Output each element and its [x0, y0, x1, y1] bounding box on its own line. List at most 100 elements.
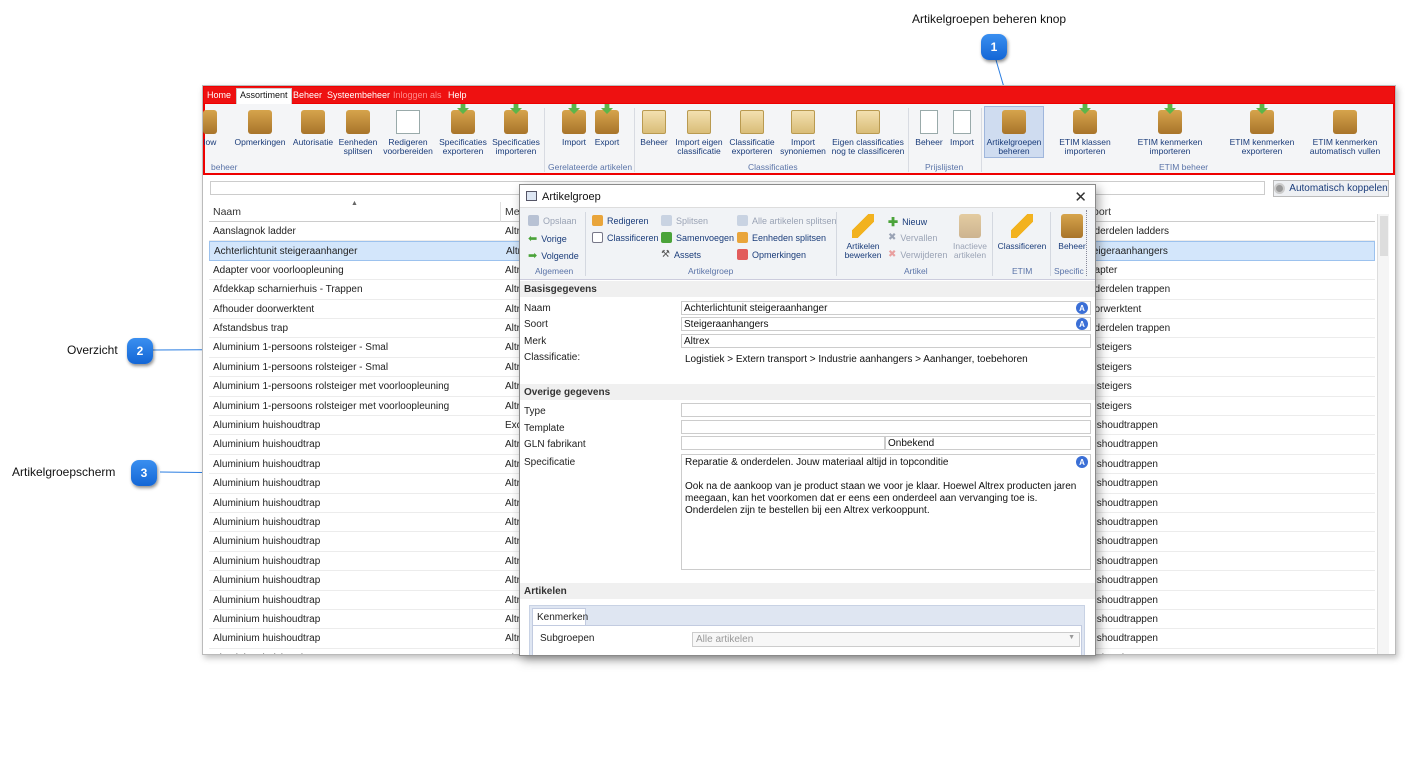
column-header-soort[interactable]: oort — [1089, 202, 1375, 222]
column-header-merk[interactable]: Me — [501, 202, 521, 222]
ribbon-btn-eigen-classificaties[interactable]: Eigen classificaties nog te classificere… — [831, 110, 905, 156]
expire-button[interactable]: ✖ Vervallen — [888, 232, 937, 243]
ribbon-btn-import[interactable]: Import — [559, 110, 589, 147]
ribbon-btn-prijslijsten-import[interactable]: Import — [947, 110, 977, 147]
dialog-titlebar: Artikelgroep ✕ — [520, 185, 1095, 208]
cell-soort: uishoudtrappen — [1089, 497, 1158, 509]
edit-button[interactable]: Redigeren — [592, 215, 649, 226]
ribbon-btn-specificaties-importeren[interactable]: Specificaties importeren — [491, 110, 541, 156]
column-header-naam[interactable]: Naam ▲ — [209, 200, 501, 222]
specificatie-line1: Reparatie & onderdelen. Jouw materiaal a… — [685, 457, 949, 468]
save-button[interactable]: Opslaan — [528, 215, 577, 226]
ribbon-btn-import-eigen-classificatie[interactable]: Import eigen classificatie — [671, 110, 727, 156]
ribbon-btn-artikelgroepen-beheren[interactable]: Artikelgroepen beheren — [984, 110, 1044, 156]
comments-button[interactable]: Opmerkingen — [737, 249, 806, 260]
classify-button[interactable]: Classificeren — [592, 232, 659, 243]
box-icon — [959, 214, 981, 238]
new-button[interactable]: ✚ Nieuw — [888, 215, 927, 229]
cell-naam: Aluminium 1-persoons rolsteiger met voor… — [213, 400, 450, 412]
specificatie-paragraph: Ook na de aankoop van je product staan w… — [685, 481, 1077, 516]
next-button[interactable]: ➡ Volgende — [528, 249, 579, 262]
edit-articles-button[interactable]: Artikelen bewerken — [842, 214, 884, 260]
gln-field[interactable] — [681, 436, 885, 450]
tab-beheer[interactable]: Beheer — [293, 90, 322, 100]
merge-button[interactable]: Samenvoegen — [661, 232, 734, 243]
dialog-ribbon-separator — [836, 212, 837, 276]
cell-naam: Aluminium huishoudtrap — [213, 497, 321, 509]
naam-field[interactable]: Achterlichtunit steigeraanhanger — [681, 301, 1091, 315]
tab-inloggen-als[interactable]: Inloggen als — [393, 90, 442, 100]
translate-icon[interactable]: A — [1076, 302, 1088, 314]
artikelen-tabs: Kenmerken Subgroepen Alle artikelen ▼ — [529, 605, 1085, 655]
etim-classify-button[interactable]: Classificeren — [996, 214, 1048, 251]
ribbon-btn-eenheden-splitsen[interactable]: Eenheden splitsen — [338, 110, 378, 156]
merk-field[interactable]: Altrex — [681, 334, 1091, 348]
ribbon-btn-prijslijsten-beheer[interactable]: Beheer — [913, 110, 945, 147]
translate-icon[interactable]: A — [1076, 318, 1088, 330]
tab-systeembeheer[interactable]: Systeembeheer — [327, 90, 390, 100]
screenshot-stage: Artikelgroepen beheren knop 1 Overzicht … — [0, 0, 1405, 776]
cell-naam: Afhouder doorwerktent — [213, 303, 315, 315]
ribbon-btn-classificatie-exporteren[interactable]: Classificatie exporteren — [728, 110, 776, 156]
ribbon-overflow-handle[interactable] — [1086, 210, 1090, 276]
ribbon-btn-export[interactable]: Export — [592, 110, 622, 147]
scrollbar-thumb[interactable] — [1380, 216, 1388, 256]
cell-naam: Aluminium 1-persoons rolsteiger - Smal — [213, 342, 389, 354]
ribbon-btn-etim-klassen-importeren[interactable]: ETIM klassen importeren — [1047, 110, 1123, 156]
ribbon-btn-opmerkingen[interactable]: Opmerkingen — [233, 110, 287, 147]
ribbon-btn-etim-kenmerken-importeren[interactable]: ETIM kenmerken importeren — [1125, 110, 1215, 156]
ribbon-btn-etim-automatisch-vullen[interactable]: ETIM kenmerken automatisch vullen — [1309, 110, 1381, 156]
dialog-group-artikel: Artikel — [904, 266, 928, 276]
soort-label: Soort — [524, 319, 548, 330]
ribbon-btn-import-synoniemen[interactable]: Import synoniemen — [778, 110, 828, 156]
dialog-ribbon-separator — [992, 212, 993, 276]
cell-soort: uishoudtrappen — [1089, 517, 1158, 528]
box-export-icon — [451, 110, 475, 134]
ribbon-group-prijslijsten: Prijslijsten — [925, 162, 964, 172]
ribbon-btn-redigeren-voorbereiden[interactable]: Redigeren voorbereiden — [382, 110, 434, 156]
ribbon-separator — [634, 108, 635, 172]
split-units-button[interactable]: Eenheden splitsen — [737, 232, 826, 243]
specificatie-textarea[interactable]: Reparatie & onderdelen. Jouw materiaal a… — [681, 454, 1091, 570]
ribbon-btn-etim-kenmerken-exporteren[interactable]: ETIM kenmerken exporteren — [1217, 110, 1307, 156]
dialog-ribbon-separator — [1050, 212, 1051, 276]
tab-help[interactable]: Help — [448, 90, 467, 100]
split-units-icon — [737, 232, 748, 243]
cell-soort: nderdelen trappen — [1089, 323, 1171, 334]
split-all-articles-button[interactable]: Alle artikelen splitsen — [737, 215, 837, 226]
assets-button[interactable]: ⚒ Assets — [661, 249, 701, 260]
template-field[interactable] — [681, 420, 1091, 434]
delete-button[interactable]: ✖ Verwijderen — [888, 249, 947, 260]
tab-assortiment[interactable]: Assortiment — [236, 88, 292, 104]
ribbon-btn-autorisatie[interactable]: Autorisatie — [291, 110, 335, 147]
cell-naam: Aluminium huishoudtrap — [213, 653, 497, 654]
arrow-left-icon: ⬅ — [528, 233, 538, 245]
ribbon-separator — [544, 108, 545, 172]
split-button[interactable]: Splitsen — [661, 215, 708, 226]
subgroepen-select[interactable]: Alle artikelen ▼ — [692, 632, 1080, 647]
soort-field[interactable]: Steigeraanhangers — [681, 317, 1091, 331]
folder-icon — [856, 110, 880, 134]
inactive-articles-button[interactable]: Inactieve artikelen — [950, 214, 990, 260]
tab-home[interactable]: Home — [207, 90, 231, 100]
cell-naam: Aluminium huishoudtrap — [213, 633, 321, 645]
close-icon[interactable]: ✕ — [1074, 188, 1087, 206]
template-label: Template — [524, 423, 565, 434]
box-icon — [203, 110, 217, 134]
vertical-scrollbar[interactable] — [1377, 214, 1389, 654]
cell-naam: Afstandsbus trap — [213, 323, 289, 334]
tab-kenmerken[interactable]: Kenmerken — [532, 608, 588, 626]
specific-beheer-button[interactable]: Beheer — [1054, 214, 1090, 251]
ribbon-group-etim-beheer: ETIM beheer — [1159, 162, 1209, 172]
ribbon-btn-low[interactable]: low — [203, 110, 217, 147]
ribbon-btn-specificaties-exporteren[interactable]: Specificaties exporteren — [438, 110, 488, 156]
auto-link-button[interactable]: Automatisch koppelen — [1273, 180, 1389, 197]
gln-status-field[interactable]: Onbekend — [885, 436, 1091, 450]
type-field[interactable] — [681, 403, 1091, 417]
cell-soort: uishoudtrappen — [1089, 536, 1158, 548]
previous-button[interactable]: ⬅ Vorige — [528, 232, 567, 245]
edit-icon — [592, 215, 603, 226]
translate-icon[interactable]: A — [1076, 456, 1088, 468]
ribbon-btn-classificatie-beheer[interactable]: Beheer — [639, 110, 669, 147]
cell-naam: Aluminium huishoudtrap — [213, 575, 321, 587]
